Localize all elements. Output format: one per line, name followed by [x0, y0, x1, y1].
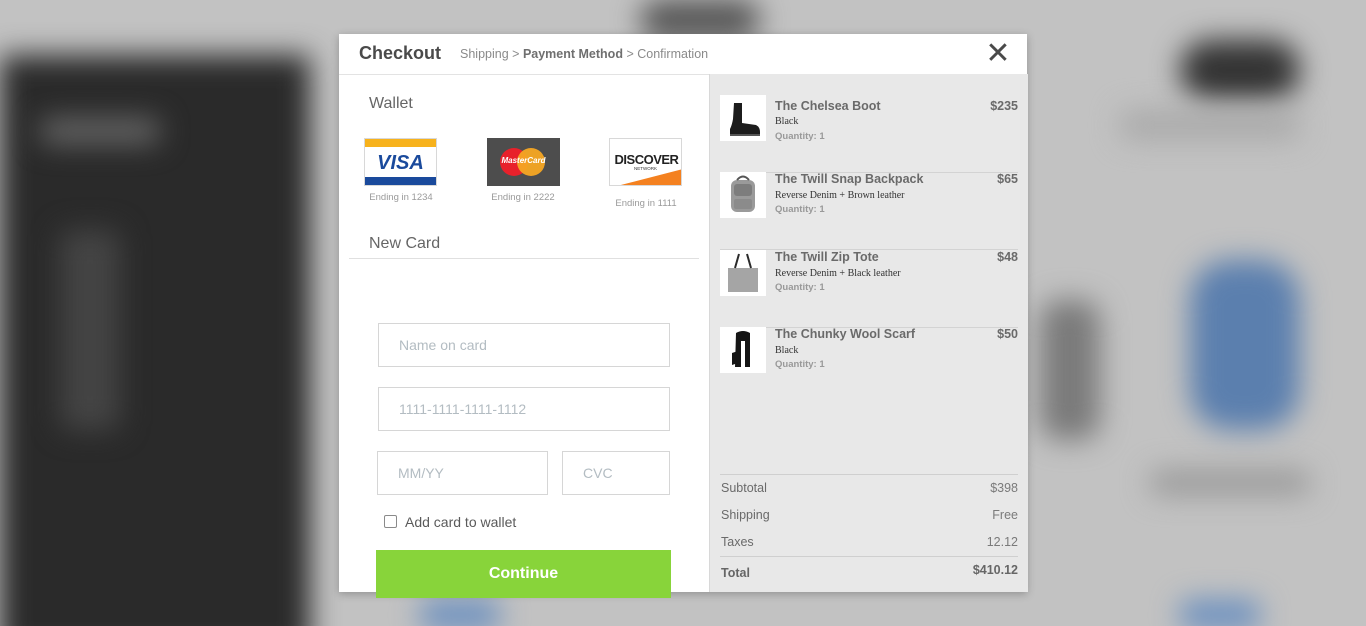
mastercard-logo: MasterCard: [501, 156, 546, 165]
item-name: The Chelsea Boot: [775, 99, 881, 113]
cart-item: The Twill Snap Backpack Reverse Denim + …: [720, 172, 1018, 250]
background-shape: [1180, 40, 1300, 100]
subtotal-value: $398: [990, 481, 1018, 495]
card-ending: Ending in 2222: [491, 192, 555, 203]
discover-network-label: NETWORK: [634, 166, 657, 171]
cart-item: The Chelsea Boot Black Quantity: 1 $235: [720, 95, 1018, 173]
new-card-title: New Card: [369, 235, 441, 252]
name-on-card-input[interactable]: [378, 323, 670, 367]
close-icon[interactable]: ✕: [984, 39, 1012, 69]
divider: [720, 556, 1018, 557]
item-quantity: Quantity: 1: [775, 282, 825, 293]
breadcrumb-separator: >: [512, 47, 520, 61]
visa-card[interactable]: VISA: [364, 138, 437, 186]
card-stripe: [365, 177, 436, 185]
taxes-label: Taxes: [721, 535, 754, 549]
subtotal-label: Subtotal: [721, 481, 767, 495]
add-to-wallet-label[interactable]: Add card to wallet: [405, 514, 516, 530]
background-shape: [1190, 260, 1300, 430]
item-variant: Reverse Denim + Black leather: [775, 268, 901, 279]
expiry-input[interactable]: [377, 451, 548, 495]
background-shape: [420, 600, 500, 626]
background-shape: [1120, 110, 1300, 140]
product-image: [720, 250, 766, 296]
shipping-label: Shipping: [721, 508, 770, 522]
card-ending: Ending in 1111: [615, 198, 677, 209]
background-shape: [1040, 300, 1100, 440]
discover-logo: DISCOVER: [614, 152, 679, 167]
mastercard-card[interactable]: MasterCard: [487, 138, 560, 186]
total-label: Total: [721, 566, 750, 580]
item-price: $48: [997, 250, 1018, 264]
shipping-value: Free: [992, 508, 1018, 522]
item-quantity: Quantity: 1: [775, 359, 825, 370]
scarf-icon: [732, 331, 750, 367]
backpack-icon: [731, 175, 755, 212]
item-name: The Twill Zip Tote: [775, 250, 879, 264]
product-image: [720, 95, 766, 141]
cart-item: The Chunky Wool Scarf Black Quantity: 1 …: [720, 327, 1018, 404]
item-name: The Chunky Wool Scarf: [775, 327, 916, 341]
total-value: $410.12: [972, 563, 1018, 577]
modal-header: Checkout Shipping > Payment Method > Con…: [339, 34, 1027, 75]
visa-logo: VISA: [377, 152, 424, 174]
card-number-input[interactable]: [378, 387, 670, 431]
item-price: $50: [997, 327, 1018, 341]
item-name: The Twill Snap Backpack: [775, 172, 924, 186]
divider: [349, 258, 699, 259]
breadcrumb: Shipping > Payment Method > Confirmation: [460, 47, 708, 61]
item-variant: Black: [775, 345, 799, 356]
item-price: $65: [997, 172, 1018, 186]
card-stripe: [365, 139, 436, 147]
boot-icon: [730, 103, 760, 136]
product-image: [720, 172, 766, 218]
order-summary-pane: The Chelsea Boot Black Quantity: 1 $235 …: [709, 74, 1028, 592]
card-ending: Ending in 1234: [369, 192, 433, 203]
breadcrumb-separator: >: [626, 47, 634, 61]
tote-bag-icon: [728, 253, 758, 292]
background-shape: [1180, 600, 1260, 626]
cart-item: The Twill Zip Tote Reverse Denim + Black…: [720, 250, 1018, 328]
add-to-wallet-checkbox[interactable]: [384, 515, 397, 528]
background-shape: [40, 118, 160, 144]
payment-pane: Wallet VISA Ending in 1234 MasterCard En…: [339, 74, 709, 598]
discover-card[interactable]: DISCOVER NETWORK: [609, 138, 682, 186]
modal-title: Checkout: [359, 43, 442, 63]
background-shape: [60, 230, 120, 430]
checkout-modal: Checkout Shipping > Payment Method > Con…: [339, 34, 1028, 598]
continue-button[interactable]: Continue: [376, 550, 671, 598]
item-variant: Black: [775, 116, 799, 127]
taxes-value: 12.12: [986, 535, 1018, 549]
product-image: [720, 327, 766, 373]
discover-swoosh: [613, 169, 681, 185]
cvc-input[interactable]: [562, 451, 670, 495]
breadcrumb-payment-method: Payment Method: [522, 47, 623, 61]
item-quantity: Quantity: 1: [775, 131, 825, 142]
background-shape: [1150, 470, 1310, 495]
item-price: $235: [990, 99, 1018, 113]
wallet-title: Wallet: [369, 95, 413, 112]
breadcrumb-confirmation: Confirmation: [637, 47, 709, 61]
item-quantity: Quantity: 1: [775, 204, 825, 215]
divider: [720, 474, 1018, 475]
item-variant: Reverse Denim + Brown leather: [775, 190, 905, 201]
breadcrumb-shipping[interactable]: Shipping: [460, 47, 509, 61]
